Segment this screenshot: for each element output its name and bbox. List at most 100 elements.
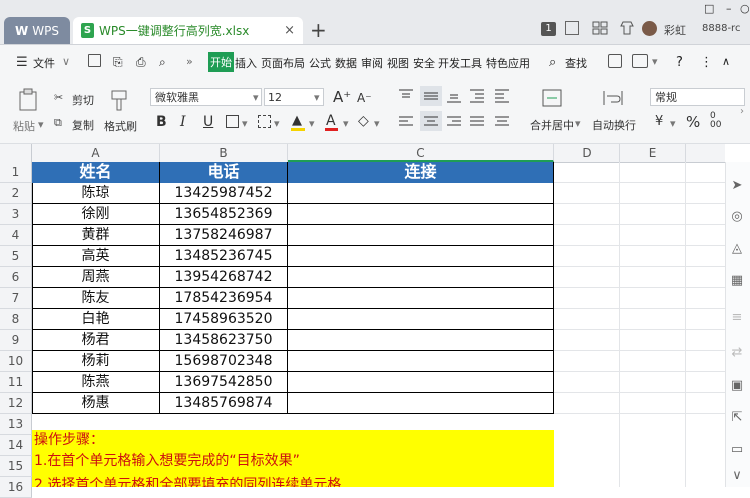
menu-tab-developer[interactable]: 开发工具 — [438, 55, 482, 71]
table-cell-link[interactable] — [288, 225, 554, 246]
number-format-select[interactable]: 常规 — [650, 88, 745, 106]
window-count-badge[interactable]: 1 — [541, 22, 556, 36]
thousands-icon[interactable]: 0 00 — [710, 112, 721, 130]
close-window-button[interactable]: ○ — [740, 2, 750, 15]
table-cell-phone[interactable]: 17458963520 — [160, 309, 288, 330]
table-cell-name[interactable]: 白艳 — [32, 309, 160, 330]
eraser-icon[interactable]: ◇ — [358, 113, 369, 129]
increase-font-icon[interactable]: A⁺ — [333, 88, 351, 106]
minimize-button[interactable]: – — [726, 2, 732, 15]
indent-decrease-icon[interactable] — [469, 89, 485, 103]
backup-icon[interactable]: ▭ — [729, 442, 745, 458]
new-tab-button[interactable]: + — [310, 18, 327, 42]
grid-view-icon[interactable] — [592, 21, 608, 35]
table-header-phone[interactable]: 电话 — [160, 162, 288, 183]
maximize-button[interactable]: □ — [704, 2, 714, 15]
print-icon[interactable]: ⎙ — [136, 55, 146, 70]
column-header-a[interactable]: A — [32, 144, 160, 162]
table-cell-link[interactable] — [288, 183, 554, 204]
table-cell-name[interactable]: 陈燕 — [32, 372, 160, 393]
row-header[interactable]: 16 — [0, 477, 32, 498]
paste-button[interactable]: 粘贴 — [13, 118, 35, 134]
more-icon[interactable]: » — [186, 55, 193, 68]
select-cursor-icon[interactable]: ➤ — [729, 178, 745, 194]
table-cell-phone[interactable]: 17854236954 — [160, 288, 288, 309]
row-header[interactable]: 15 — [0, 456, 32, 477]
paste-icon[interactable] — [17, 88, 39, 112]
menu-tab-data[interactable]: 数据 — [335, 55, 357, 71]
row-header[interactable]: 5 — [0, 246, 32, 267]
tab-wps-home[interactable]: W WPS — [4, 17, 70, 44]
help-button[interactable]: ? — [676, 55, 683, 70]
menu-tab-page-layout[interactable]: 页面布局 — [261, 55, 305, 71]
align-center-icon[interactable] — [420, 111, 442, 131]
menu-tab-insert[interactable]: 插入 — [235, 55, 257, 71]
decrease-font-icon[interactable]: A⁻ — [357, 91, 372, 105]
menu-tab-home[interactable]: 开始 — [208, 52, 234, 72]
print-preview-icon[interactable]: ⌕ — [159, 55, 166, 70]
chevron-down-icon[interactable]: ▾ — [670, 117, 676, 130]
wrap-text-icon[interactable] — [602, 88, 624, 108]
collapse-ribbon-icon[interactable]: ∧ — [722, 55, 730, 68]
note-line[interactable]: 2.选择首个单元格和全部要填充的同列连续单元格 — [32, 472, 554, 487]
table-cell-name[interactable]: 陈友 — [32, 288, 160, 309]
table-cell-link[interactable] — [288, 351, 554, 372]
table-cell-name[interactable]: 杨莉 — [32, 351, 160, 372]
chevron-down-icon[interactable]: ∨ — [729, 468, 745, 484]
export-pdf-icon[interactable]: ⎘ — [113, 55, 123, 70]
row-header[interactable]: 7 — [0, 288, 32, 309]
currency-icon[interactable]: ¥ — [655, 114, 663, 129]
format-painter-button[interactable]: 格式刷 — [104, 118, 137, 134]
account-label[interactable]: 8888-rc — [702, 23, 740, 34]
column-header-e[interactable]: E — [620, 144, 686, 162]
menu-tab-formulas[interactable]: 公式 — [309, 55, 331, 71]
note-line[interactable]: 1.在首个单元格输入想要完成的“目标效果” — [32, 450, 554, 472]
chevron-down-icon[interactable]: ▾ — [309, 117, 315, 130]
chevron-down-icon[interactable]: ▾ — [253, 91, 259, 104]
avatar[interactable] — [642, 21, 657, 36]
wrap-text-button[interactable]: 自动换行 — [592, 117, 636, 133]
chevron-down-icon[interactable]: ▾ — [343, 117, 349, 130]
align-top-icon[interactable] — [398, 89, 414, 103]
chevron-down-icon[interactable]: ∨ — [62, 55, 70, 68]
cut-button[interactable]: 剪切 — [72, 92, 94, 108]
table-cell-phone[interactable]: 13758246987 — [160, 225, 288, 246]
justify-icon[interactable] — [469, 115, 485, 129]
search-icon[interactable]: ⌕ — [549, 55, 556, 70]
align-middle-icon[interactable] — [420, 86, 442, 106]
fill-color-icon[interactable]: ▲ — [292, 113, 302, 128]
row-header[interactable]: 8 — [0, 309, 32, 330]
table-cell-phone[interactable]: 13697542850 — [160, 372, 288, 393]
row-header[interactable]: 13 — [0, 414, 32, 435]
skin-icon[interactable] — [620, 21, 634, 35]
bold-button[interactable]: B — [156, 114, 167, 130]
copy-icon[interactable]: ⧉ — [54, 116, 62, 130]
merge-center-icon[interactable] — [542, 88, 562, 108]
copy-button[interactable]: 复制 — [72, 117, 94, 133]
row-header[interactable]: 14 — [0, 435, 32, 456]
table-cell-name[interactable]: 杨君 — [32, 330, 160, 351]
table-cell-phone[interactable]: 13954268742 — [160, 267, 288, 288]
share-out-icon[interactable]: ⇱ — [729, 410, 745, 426]
chevron-down-icon[interactable]: ▾ — [575, 117, 581, 130]
row-header[interactable]: 6 — [0, 267, 32, 288]
cell-style-icon[interactable] — [258, 115, 271, 128]
share-icon[interactable] — [608, 54, 622, 68]
table-cell-link[interactable] — [288, 393, 554, 414]
row-header[interactable]: 12 — [0, 393, 32, 414]
align-bottom-icon[interactable] — [446, 89, 462, 103]
percent-icon[interactable]: % — [686, 113, 700, 131]
format-painter-icon[interactable] — [110, 89, 128, 111]
table-cell-name[interactable]: 陈琼 — [32, 183, 160, 204]
table-cell-link[interactable] — [288, 330, 554, 351]
menu-tab-view[interactable]: 视图 — [387, 55, 409, 71]
chevron-down-icon[interactable]: ▾ — [38, 118, 44, 131]
menu-file[interactable]: 文件 — [33, 55, 55, 71]
grid-app-icon[interactable]: ▦ — [729, 273, 745, 289]
table-cell-phone[interactable]: 13485769874 — [160, 393, 288, 414]
align-right-icon[interactable] — [446, 115, 462, 129]
window-layout-icon[interactable] — [565, 21, 579, 35]
borders-icon[interactable] — [226, 115, 239, 128]
table-cell-link[interactable] — [288, 372, 554, 393]
note-line[interactable]: 操作步骤： — [32, 430, 554, 450]
